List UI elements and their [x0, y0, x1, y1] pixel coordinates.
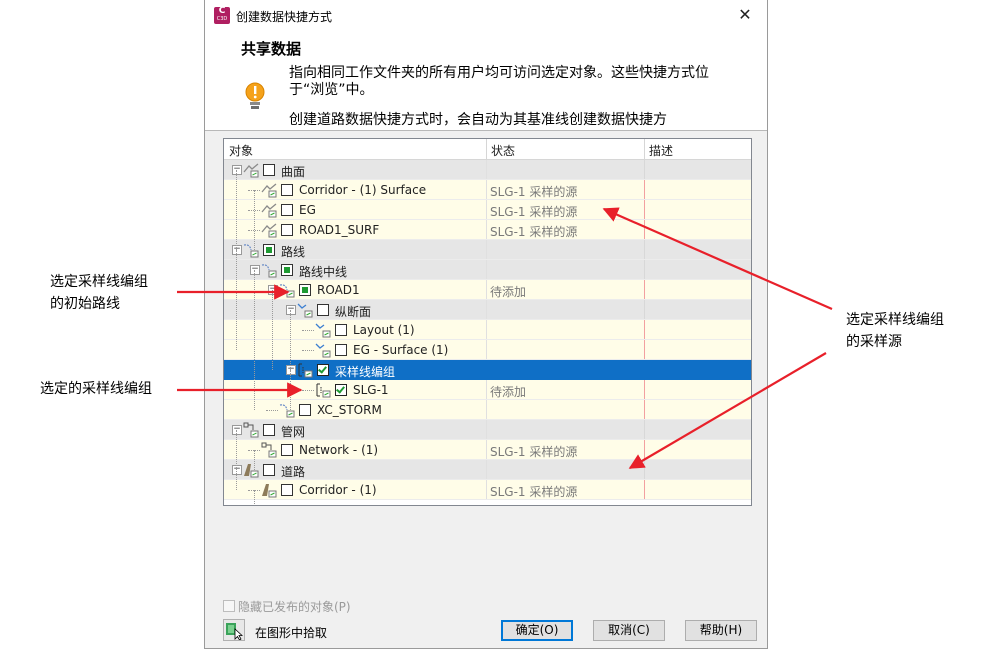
annotation-arrows	[177, 207, 833, 469]
arrow-to-surface-sources	[602, 207, 833, 311]
arrow-to-network-sources	[628, 352, 827, 469]
